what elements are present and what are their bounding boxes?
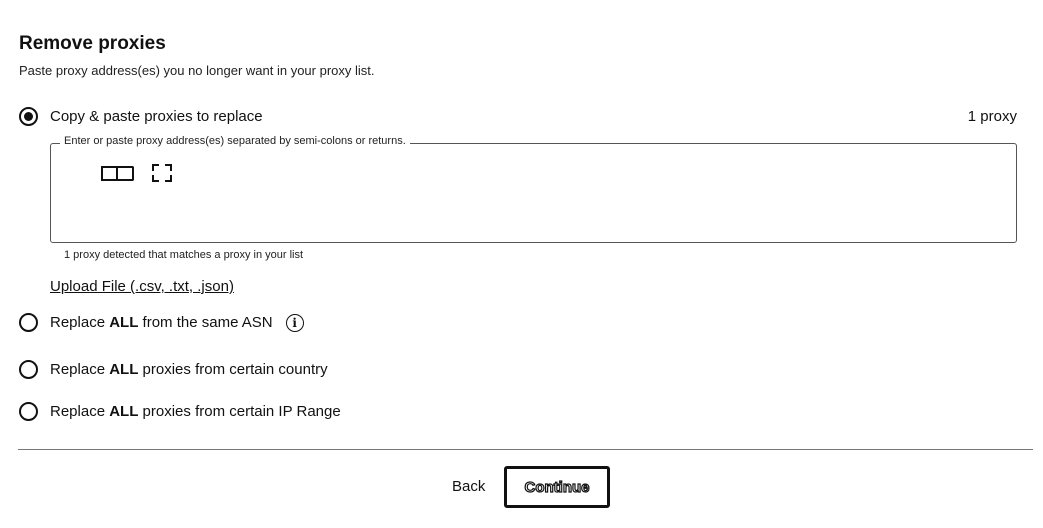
proxy-textarea-content — [101, 164, 172, 182]
radio-same-asn[interactable] — [19, 313, 38, 332]
page-title: Remove proxies — [19, 33, 166, 54]
option-copy-paste[interactable]: Copy & paste proxies to replace — [19, 107, 263, 126]
option-copy-paste-label: Copy & paste proxies to replace — [50, 108, 263, 125]
option-ip-range-label: Replace ALL proxies from certain IP Rang… — [50, 403, 341, 420]
radio-copy-paste[interactable] — [19, 107, 38, 126]
option-ip-range[interactable]: Replace ALL proxies from certain IP Rang… — [19, 402, 341, 421]
footer-divider — [18, 449, 1033, 450]
radio-ip-range[interactable] — [19, 402, 38, 421]
continue-button[interactable]: Continue — [504, 466, 610, 508]
option-country-label: Replace ALL proxies from certain country — [50, 361, 328, 378]
redacted-glyph-icon — [101, 165, 134, 181]
option-same-asn[interactable]: Replace ALL from the same ASN i — [19, 313, 304, 332]
option-country[interactable]: Replace ALL proxies from certain country — [19, 360, 328, 379]
redacted-brackets-icon — [152, 164, 172, 182]
proxy-textarea[interactable] — [50, 143, 1017, 243]
info-icon[interactable]: i — [285, 313, 304, 332]
proxy-count: 1 proxy — [967, 108, 1017, 125]
upload-file-link[interactable]: Upload File (.csv, .txt, .json) — [50, 278, 234, 295]
radio-country[interactable] — [19, 360, 38, 379]
back-button[interactable]: Back — [452, 478, 485, 495]
proxy-helper-text: 1 proxy detected that matches a proxy in… — [64, 249, 304, 261]
option-same-asn-label: Replace ALL from the same ASN — [50, 314, 273, 331]
proxy-textarea-legend: Enter or paste proxy address(es) separat… — [60, 135, 410, 147]
page-subtitle: Paste proxy address(es) you no longer wa… — [19, 63, 375, 78]
